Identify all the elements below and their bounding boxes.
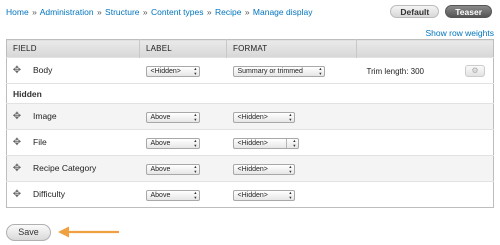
drag-handle-icon[interactable]: ✥ bbox=[11, 65, 23, 76]
drag-handle-icon[interactable]: ✥ bbox=[11, 111, 23, 122]
label-select[interactable]: <Hidden> bbox=[145, 65, 200, 77]
table-row: ✥ Image Above <Hidden> bbox=[6, 103, 494, 130]
breadcrumb-structure[interactable]: Structure bbox=[105, 7, 140, 17]
table-row: ✥ Recipe Category Above <Hidden> bbox=[6, 155, 494, 182]
breadcrumb-manage-display[interactable]: Manage display bbox=[253, 7, 313, 17]
region-title: Hidden bbox=[6, 83, 494, 104]
gear-icon[interactable]: ⚙ bbox=[465, 65, 485, 77]
arrow-left-icon bbox=[58, 226, 119, 238]
drag-handle-icon[interactable]: ✥ bbox=[11, 189, 23, 200]
tab-default[interactable]: Default bbox=[390, 5, 440, 18]
header-label: LABEL bbox=[139, 39, 227, 58]
header-settings bbox=[356, 39, 494, 58]
format-select[interactable]: <Hidden> bbox=[232, 137, 299, 149]
breadcrumb-home[interactable]: Home bbox=[6, 7, 29, 17]
label-select[interactable]: Above bbox=[145, 163, 200, 175]
header-format: FORMAT bbox=[226, 39, 357, 58]
fields-table: FIELD LABEL FORMAT ✥ Body <Hidden> Summar… bbox=[6, 39, 494, 208]
format-select[interactable]: <Hidden> bbox=[232, 111, 295, 123]
format-select[interactable]: <Hidden> bbox=[232, 163, 295, 175]
format-select[interactable]: <Hidden> bbox=[232, 189, 295, 201]
breadcrumb-recipe[interactable]: Recipe bbox=[215, 7, 241, 17]
table-row: ✥ Body <Hidden> Summary or trimmed Trim l… bbox=[6, 57, 494, 84]
format-select[interactable]: Summary or trimmed bbox=[232, 65, 325, 77]
breadcrumb: Home » Administration » Structure » Cont… bbox=[6, 7, 313, 17]
save-button[interactable]: Save bbox=[6, 224, 51, 241]
drag-handle-icon[interactable]: ✥ bbox=[11, 137, 23, 148]
field-name: File bbox=[33, 137, 47, 147]
format-summary: Trim length: 300 bbox=[366, 66, 425, 76]
label-select[interactable]: Above bbox=[145, 111, 200, 123]
label-select[interactable]: Above bbox=[145, 189, 200, 201]
field-name: Difficulty bbox=[33, 189, 65, 199]
tab-teaser[interactable]: Teaser bbox=[445, 5, 492, 18]
breadcrumb-administration[interactable]: Administration bbox=[40, 7, 94, 17]
region-hidden: Hidden bbox=[6, 83, 494, 104]
breadcrumb-content-types[interactable]: Content types bbox=[151, 7, 203, 17]
table-row: ✥ File Above <Hidden> bbox=[6, 129, 494, 156]
field-name: Image bbox=[33, 111, 57, 121]
table-header-row: FIELD LABEL FORMAT bbox=[6, 39, 494, 58]
header-field: FIELD bbox=[6, 39, 140, 58]
field-name: Recipe Category bbox=[33, 163, 97, 173]
field-name: Body bbox=[33, 65, 53, 75]
show-row-weights-link[interactable]: Show row weights bbox=[425, 28, 494, 38]
label-select[interactable]: Above bbox=[145, 137, 200, 149]
view-mode-tabs: Default Teaser bbox=[390, 5, 492, 18]
table-row: ✥ Difficulty Above <Hidden> bbox=[6, 181, 494, 208]
drag-handle-icon[interactable]: ✥ bbox=[11, 163, 23, 174]
